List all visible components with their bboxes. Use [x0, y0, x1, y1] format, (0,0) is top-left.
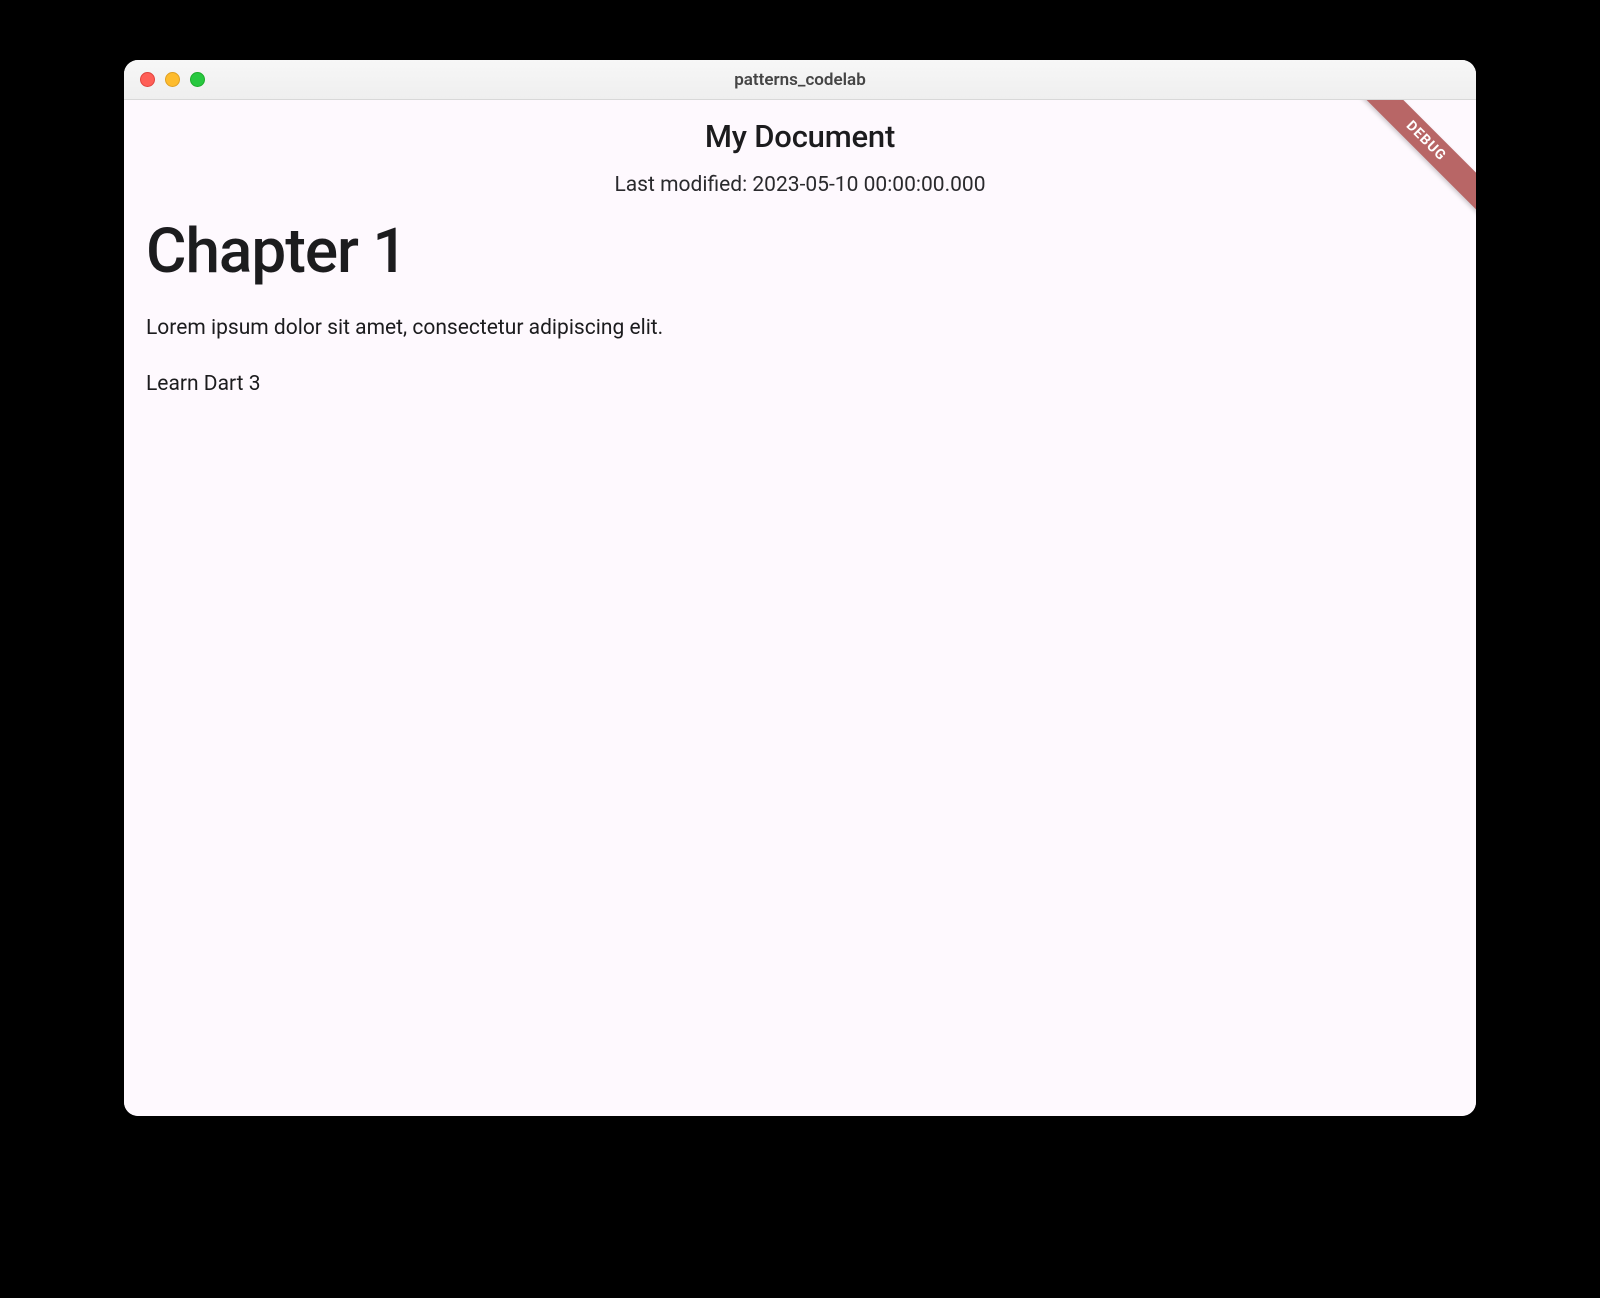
document-content: Chapter 1 Lorem ipsum dolor sit amet, co…	[124, 215, 1476, 396]
chapter-heading: Chapter 1	[146, 215, 1454, 288]
app-header: My Document	[124, 100, 1476, 163]
minimize-button[interactable]	[165, 72, 180, 87]
maximize-button[interactable]	[190, 72, 205, 87]
traffic-lights	[140, 72, 205, 87]
last-modified-text: Last modified: 2023-05-10 00:00:00.000	[124, 163, 1476, 215]
paragraph-text: Lorem ipsum dolor sit amet, consectetur …	[146, 316, 1454, 340]
list-item: Learn Dart 3	[146, 372, 1454, 396]
close-button[interactable]	[140, 72, 155, 87]
document-title: My Document	[144, 118, 1456, 155]
app-window: patterns_codelab DEBUG My Document Last …	[124, 60, 1476, 1116]
window-title: patterns_codelab	[124, 70, 1476, 90]
app-area: DEBUG My Document Last modified: 2023-05…	[124, 100, 1476, 1116]
titlebar[interactable]: patterns_codelab	[124, 60, 1476, 100]
